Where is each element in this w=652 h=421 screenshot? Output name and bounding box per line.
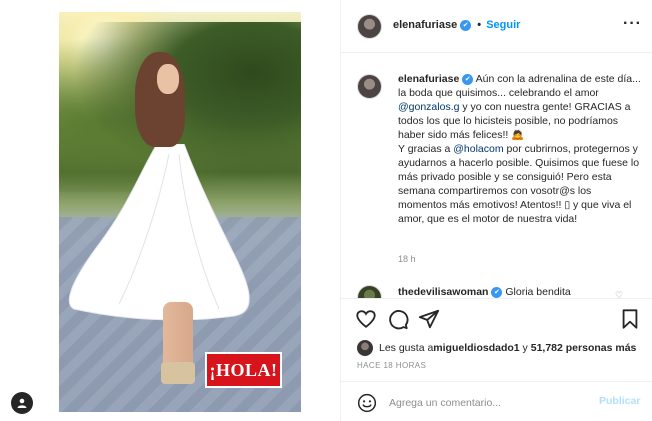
commenter-avatar[interactable] bbox=[357, 285, 382, 298]
comments-section[interactable]: elenafuriase ✔ Aún con la adrenalina de e… bbox=[341, 53, 652, 298]
author-avatar[interactable] bbox=[357, 14, 382, 39]
more-options-button[interactable]: ··· bbox=[623, 15, 642, 33]
heart-icon bbox=[356, 310, 376, 328]
paper-plane-icon bbox=[418, 309, 440, 329]
person-icon bbox=[17, 398, 27, 408]
caption-verified-icon: ✔ bbox=[462, 73, 474, 85]
follow-button[interactable]: Seguir bbox=[486, 19, 520, 31]
likes-middle: y bbox=[519, 342, 531, 354]
bookmark-icon bbox=[622, 309, 638, 329]
share-button[interactable] bbox=[418, 308, 440, 330]
comment-like-heart-icon[interactable]: ♡ bbox=[615, 290, 623, 298]
caption-username[interactable]: elenafuriase bbox=[398, 73, 459, 85]
post-header: elenafuriase ✔ • Seguir ··· bbox=[341, 0, 652, 53]
save-button[interactable] bbox=[619, 308, 641, 330]
mention-holacom[interactable]: @holacom bbox=[453, 143, 503, 155]
smiley-icon bbox=[357, 393, 377, 413]
hola-logo: ¡HOLA! bbox=[205, 352, 282, 388]
caption-part3: Y gracias a bbox=[398, 143, 454, 155]
likes-count[interactable]: 51,782 personas más bbox=[531, 342, 637, 354]
author-username[interactable]: elenafuriase bbox=[393, 19, 457, 31]
caption-part4: por cubrirnos, protegernos y ayudarnos a… bbox=[398, 143, 640, 225]
photo-face bbox=[157, 64, 179, 94]
author-username-wrap: elenafuriase ✔ • Seguir bbox=[393, 19, 520, 31]
post-actions-bar bbox=[341, 298, 652, 338]
comment-body: Gloria bendita bbox=[505, 286, 571, 298]
emoji-button[interactable] bbox=[357, 393, 377, 413]
comment-icon bbox=[389, 310, 409, 330]
header-separator: • bbox=[477, 19, 482, 31]
instagram-post: ¡HOLA! elenafuriase ✔ • Seguir ··· elenaf… bbox=[0, 0, 652, 421]
caption-author-avatar[interactable] bbox=[357, 74, 382, 99]
caption-text: elenafuriase ✔ Aún con la adrenalina de e… bbox=[398, 72, 643, 226]
comment-input[interactable] bbox=[389, 394, 589, 412]
commenter-username[interactable]: thedevilisawoman bbox=[398, 286, 488, 298]
likes-prefix: Les gusta a bbox=[379, 342, 434, 354]
photo-shoes bbox=[161, 362, 195, 384]
add-comment-bar: Publicar bbox=[341, 381, 652, 421]
commenter-verified-icon: ✔ bbox=[491, 286, 503, 298]
tagged-user-icon[interactable] bbox=[11, 392, 33, 414]
like-button[interactable] bbox=[355, 308, 377, 330]
liker-username[interactable]: migueldiosdado1 bbox=[433, 342, 519, 354]
comment-text: thedevilisawoman ✔ Gloria bendita bbox=[398, 286, 571, 298]
mention-gonzalos[interactable]: @gonzalos.g bbox=[398, 101, 459, 113]
caption-timestamp[interactable]: 18 h bbox=[398, 254, 416, 264]
likes-summary: Les gusta a migueldiosdado1 y 51,782 per… bbox=[341, 338, 652, 358]
liker-avatar[interactable] bbox=[357, 340, 373, 356]
post-media[interactable]: ¡HOLA! bbox=[0, 0, 341, 421]
publish-button[interactable]: Publicar bbox=[599, 395, 640, 407]
verified-badge-icon: ✔ bbox=[460, 19, 472, 31]
post-sidebar: elenafuriase ✔ • Seguir ··· elenafuriase ✔… bbox=[341, 0, 652, 421]
comment-button[interactable] bbox=[387, 308, 409, 330]
post-time-ago[interactable]: HACE 18 HORAS bbox=[357, 361, 426, 370]
